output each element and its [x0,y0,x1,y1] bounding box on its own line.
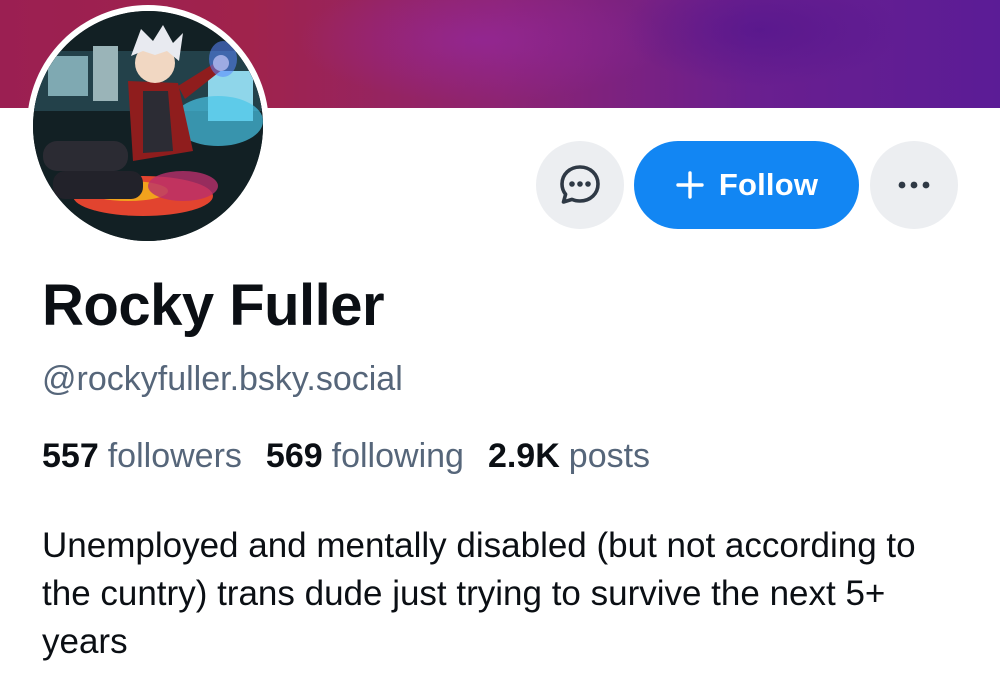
profile-bio: Unemployed and mentally disabled (but no… [42,526,916,661]
display-name: Rocky Fuller [42,273,385,338]
following-stat[interactable]: 569 following [266,437,464,476]
follow-label: Follow [718,167,819,202]
more-options-button[interactable] [870,141,958,229]
followers-count: 557 [42,437,99,475]
followers-label: followers [107,437,242,475]
plus-icon [675,170,705,200]
chat-bubble-icon [560,165,600,204]
ellipsis-icon [898,181,930,189]
followers-stat[interactable]: 557 followers [42,437,242,476]
following-count: 569 [265,437,323,475]
posts-count: 2.9K [487,437,560,475]
avatar-illustration [33,11,263,241]
posts-label: posts [568,437,651,475]
posts-stat: 2.9K posts [488,437,650,476]
message-button[interactable] [536,141,624,229]
following-label: following [331,437,464,475]
follow-button[interactable]: Follow [634,141,859,229]
profile-stats: 557 followers 569 following 2.9K posts [42,437,650,476]
profile-page: Follow Rocky Fuller @rockyfuller.bsky.so… [0,0,1000,691]
avatar[interactable] [33,11,263,241]
avatar-border [27,5,269,247]
profile-handle: @rockyfuller.bsky.social [42,360,403,398]
